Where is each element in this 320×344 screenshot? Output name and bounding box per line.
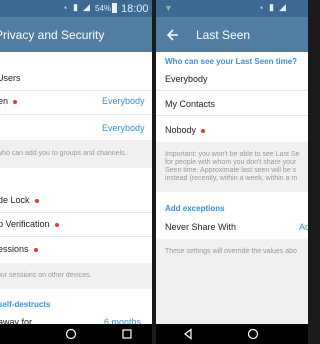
divider — [156, 90, 308, 91]
info-line: instead (recently, within a week, within… — [165, 175, 298, 182]
never-share-with-row[interactable]: Never Share With Ad — [156, 218, 308, 236]
last-seen-row[interactable]: en Everybody — [0, 93, 152, 111]
option-my-contacts-label: My Contacts — [165, 99, 216, 109]
groups-row[interactable]: Everybody — [0, 120, 152, 138]
last-seen-question-header: Who can see your Last Seen time? — [165, 57, 298, 66]
red-dot-indicator — [201, 128, 206, 133]
page-title: Last Seen — [196, 28, 251, 42]
notification-icon: ▼ — [164, 3, 173, 13]
red-dot-indicator — [33, 247, 38, 252]
recents-icon[interactable] — [121, 328, 133, 340]
override-note: These settings will override the values … — [165, 248, 297, 255]
signal-icon: ◢ — [279, 2, 286, 12]
last-seen-info-band: Important: you won't be able to see Last… — [156, 142, 308, 192]
red-dot-indicator — [54, 222, 59, 227]
passcode-lock-row[interactable]: de Lock — [0, 192, 152, 210]
page-title: Privacy and Security — [0, 28, 105, 42]
battery-icon — [112, 3, 117, 13]
option-my-contacts[interactable]: My Contacts — [156, 95, 308, 113]
two-step-text: p Verification — [0, 219, 50, 229]
home-icon[interactable] — [247, 328, 259, 340]
last-seen-screen: ▼ ◔ ▮ ◢ Last Seen Who can see your Last … — [156, 0, 308, 344]
option-everybody-label: Everybody — [165, 74, 208, 84]
last-seen-value: Everybody — [102, 96, 145, 106]
passcode-lock-label: de Lock — [0, 195, 39, 205]
back-arrow-icon[interactable] — [166, 28, 180, 42]
two-step-verification-row[interactable]: p Verification — [0, 216, 152, 234]
option-nobody-label: Nobody — [165, 125, 206, 135]
divider — [0, 236, 152, 237]
blocked-users-row[interactable]: Users — [0, 70, 152, 88]
info-line: Important: you won't be able to see Last… — [165, 151, 300, 158]
red-dot-indicator — [34, 198, 39, 203]
sessions-label: essions — [0, 244, 38, 254]
signal-icon: ◢ — [83, 2, 90, 12]
sim-icon: ▮ — [73, 2, 78, 12]
passcode-text: de Lock — [0, 195, 30, 205]
last-seen-text: en — [0, 96, 9, 106]
privacy-security-screen: ◔ ▮ ◢ 54% 18:00 Privacy and Security Use… — [0, 0, 152, 344]
app-bar: Privacy and Security — [0, 17, 152, 52]
sessions-text: essions — [0, 244, 29, 254]
never-share-label: Never Share With — [165, 222, 237, 232]
groups-note: who can add you to groups and channels. — [0, 150, 127, 157]
divider — [0, 90, 152, 91]
home-icon[interactable] — [65, 328, 77, 340]
divider — [156, 115, 308, 116]
wifi-icon: ◔ — [62, 3, 68, 13]
system-nav-bar — [156, 324, 308, 344]
app-bar: Last Seen — [156, 17, 308, 52]
clock: 18:00 — [121, 3, 149, 15]
info-line: Seen time. Approximate last seen will be… — [165, 167, 297, 174]
status-bar: ◔ ▮ ◢ 54% 18:00 — [0, 0, 152, 17]
wifi-icon: ◔ — [258, 3, 264, 13]
last-seen-label: en — [0, 96, 18, 106]
system-nav-bar — [0, 324, 152, 344]
status-bar: ▼ ◔ ▮ ◢ — [156, 0, 308, 17]
override-note-band: These settings will override the values … — [156, 239, 308, 324]
option-nobody[interactable]: Nobody — [156, 121, 308, 139]
groups-value: Everybody — [102, 123, 145, 133]
back-nav-icon[interactable] — [182, 328, 194, 340]
divider — [0, 114, 152, 115]
two-step-label: p Verification — [0, 219, 59, 229]
info-line: for people with whom you don't share you… — [165, 159, 297, 166]
divider — [0, 212, 152, 213]
self-destruct-header: self-destructs — [0, 300, 51, 309]
option-nobody-text: Nobody — [165, 125, 197, 135]
blocked-users-label: Users — [0, 73, 21, 83]
groups-note-band: who can add you to groups and channels. — [0, 140, 152, 168]
sim-icon: ▮ — [269, 2, 274, 12]
add-exceptions-header: Add exceptions — [165, 204, 225, 213]
red-dot-indicator — [13, 99, 18, 104]
battery-percent: 54% — [95, 4, 112, 13]
active-sessions-row[interactable]: essions — [0, 241, 152, 259]
sessions-note: our sessions on other devices. — [0, 272, 92, 279]
never-share-value: Ad — [299, 222, 308, 232]
option-everybody[interactable]: Everybody — [156, 70, 308, 88]
sessions-note-band: our sessions on other devices. — [0, 263, 152, 289]
